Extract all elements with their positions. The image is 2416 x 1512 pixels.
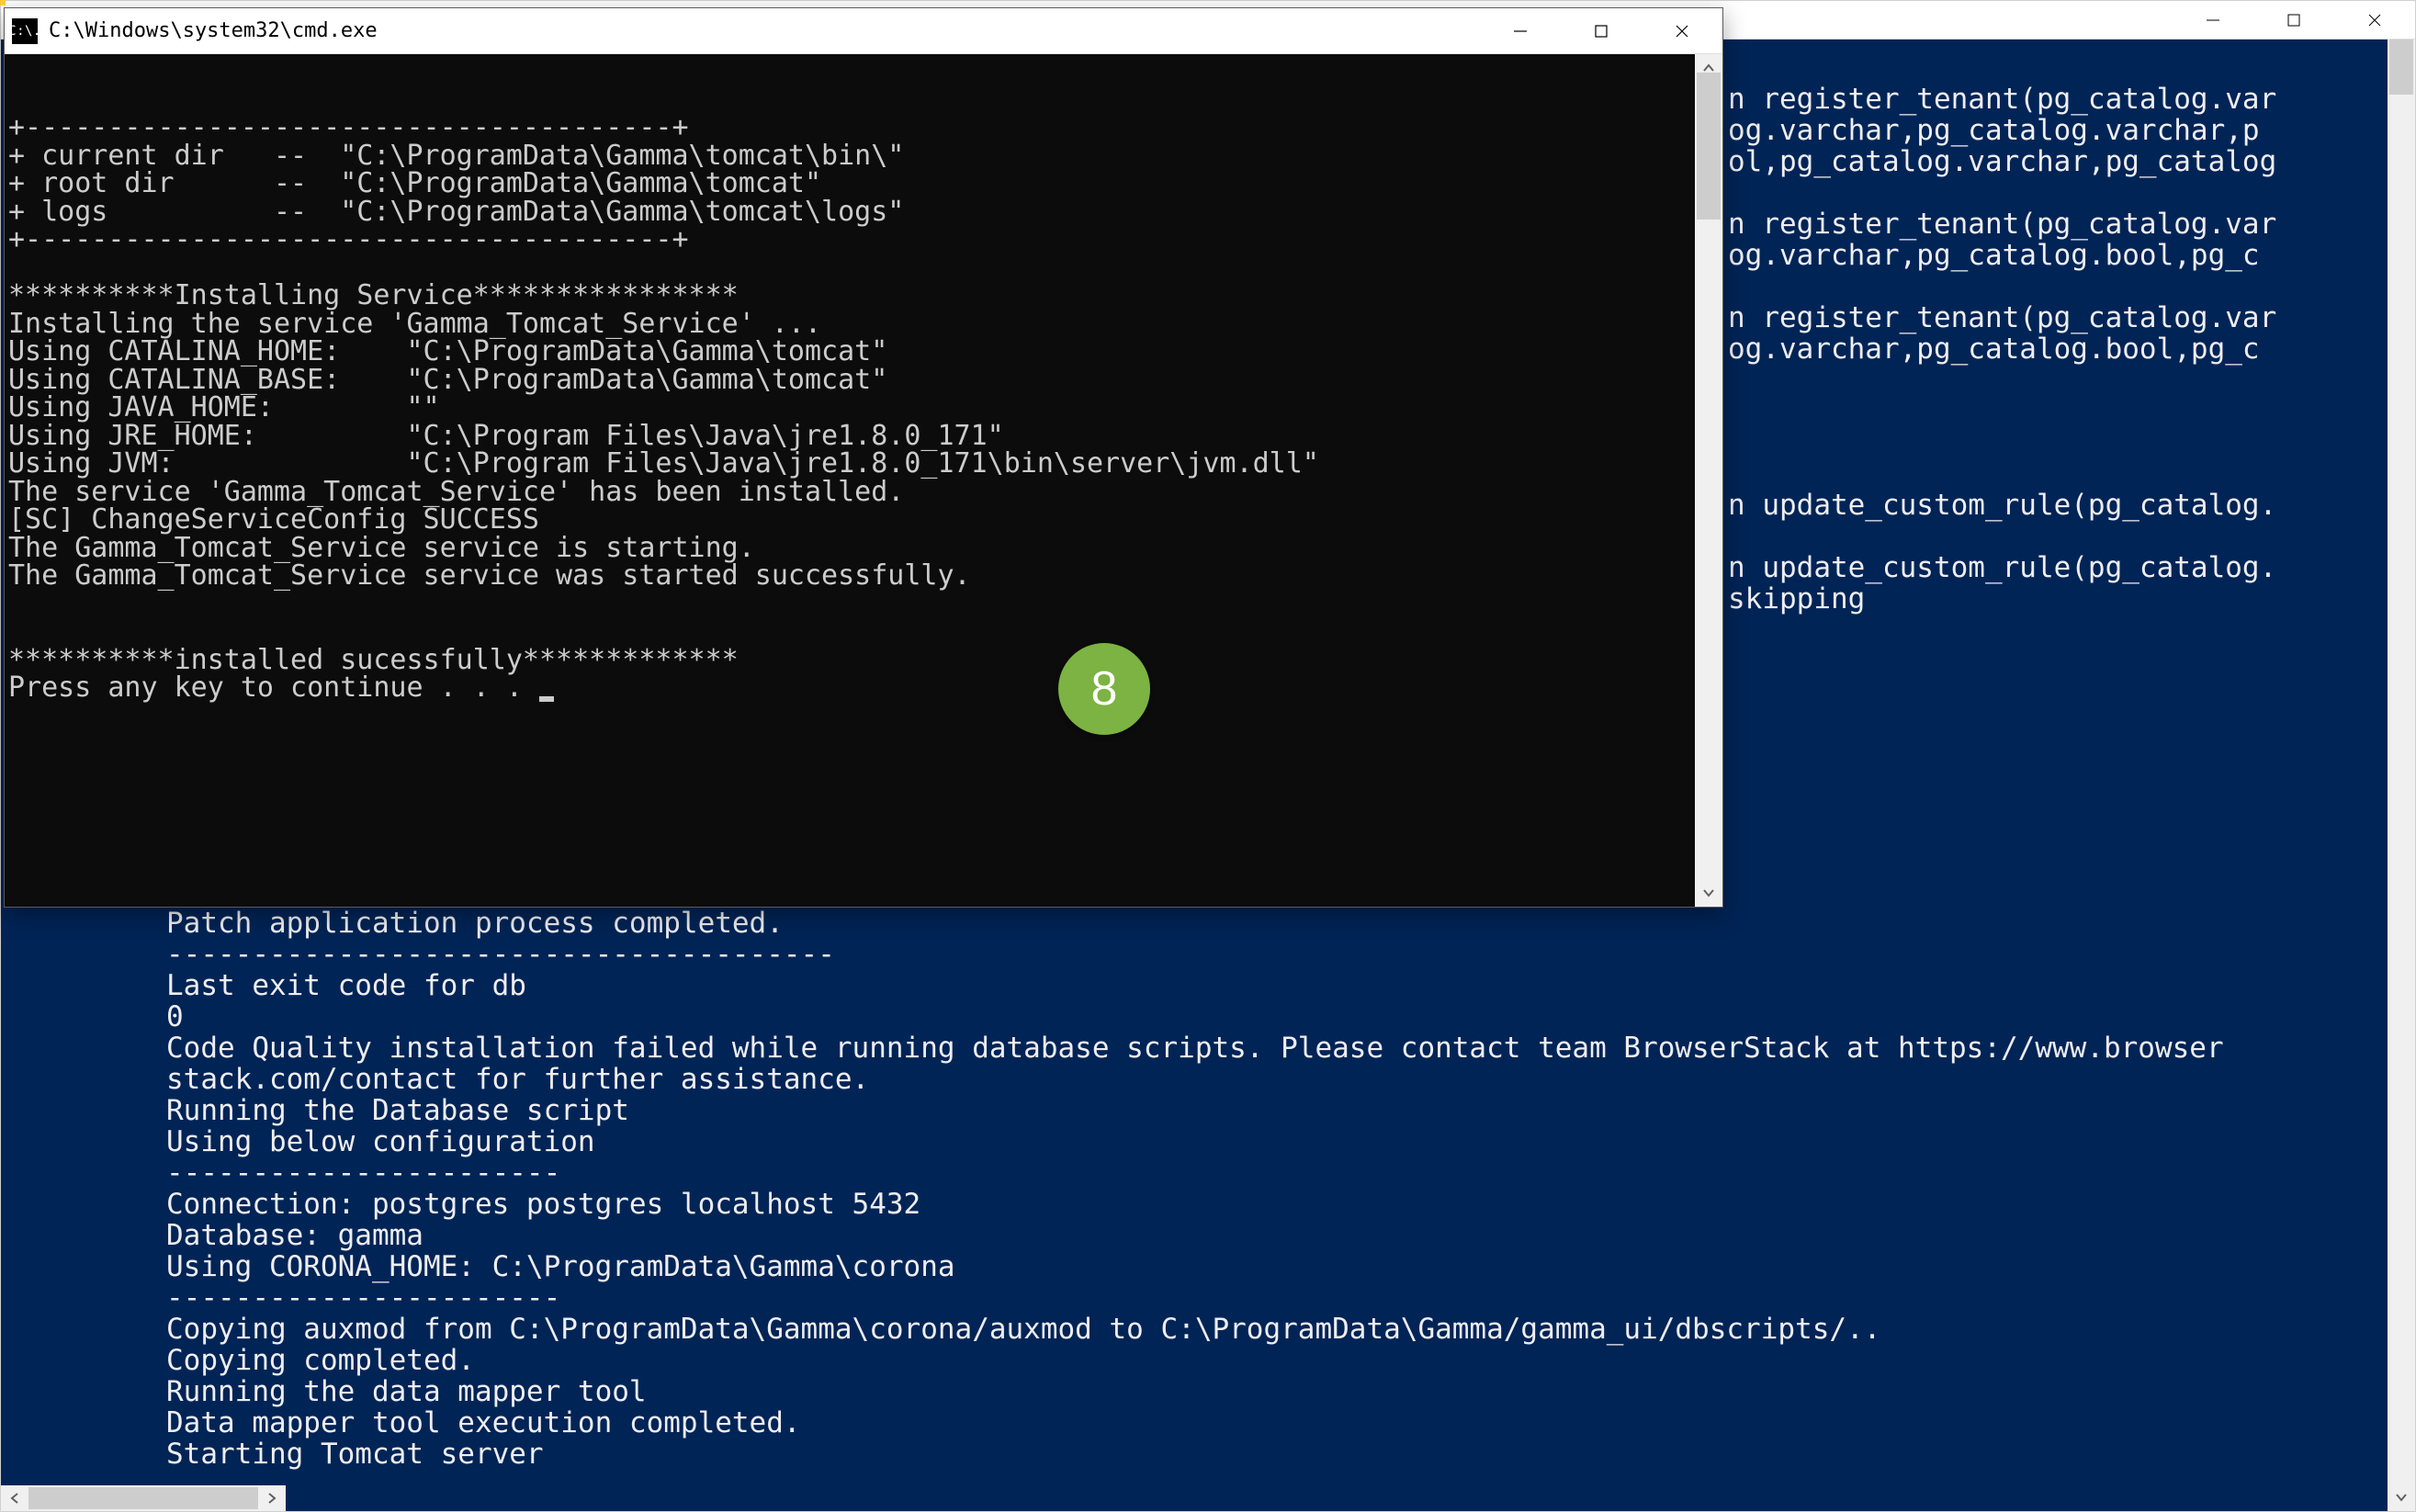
cmd-scroll-thumb[interactable]: [1697, 73, 1721, 220]
powershell-scrollbar[interactable]: [2388, 39, 2415, 1511]
powershell-hscroll-thumb[interactable]: [28, 1487, 258, 1509]
powershell-output: Patch application process completed. ---…: [166, 908, 2224, 1470]
cmd-window: C:\. C:\Windows\system32\cmd.exe +------…: [4, 7, 1723, 908]
cmd-minimize-button[interactable]: [1480, 8, 1561, 53]
cmd-maximize-button[interactable]: [1561, 8, 1642, 53]
outer-minimize-button[interactable]: [2173, 1, 2253, 39]
cmd-close-button[interactable]: [1642, 8, 1722, 53]
cmd-scrollbar[interactable]: [1695, 54, 1722, 907]
powershell-hscroll-right-icon[interactable]: [258, 1485, 286, 1511]
cmd-scroll-down-icon[interactable]: [1695, 879, 1722, 907]
cmd-output[interactable]: +---------------------------------------…: [5, 54, 1722, 907]
cmd-icon: C:\.: [12, 18, 38, 44]
step-badge: 8: [1058, 643, 1150, 735]
outer-maximize-button[interactable]: [2253, 1, 2334, 39]
cmd-titlebar[interactable]: C:\. C:\Windows\system32\cmd.exe: [5, 8, 1722, 54]
decoration: [0, 0, 6, 6]
outer-close-button[interactable]: [2334, 1, 2415, 39]
powershell-scroll-thumb[interactable]: [2389, 39, 2413, 95]
powershell-hscroll-left-icon[interactable]: [1, 1485, 28, 1511]
powershell-scroll-down-icon[interactable]: [2388, 1484, 2415, 1511]
cmd-cursor: [539, 696, 554, 702]
cmd-title: C:\Windows\system32\cmd.exe: [49, 19, 378, 42]
powershell-hscroll[interactable]: [1, 1485, 286, 1511]
powershell-right-partial: n register_tenant(pg_catalog.var og.varc…: [1728, 52, 2276, 615]
step-badge-label: 8: [1091, 661, 1118, 717]
